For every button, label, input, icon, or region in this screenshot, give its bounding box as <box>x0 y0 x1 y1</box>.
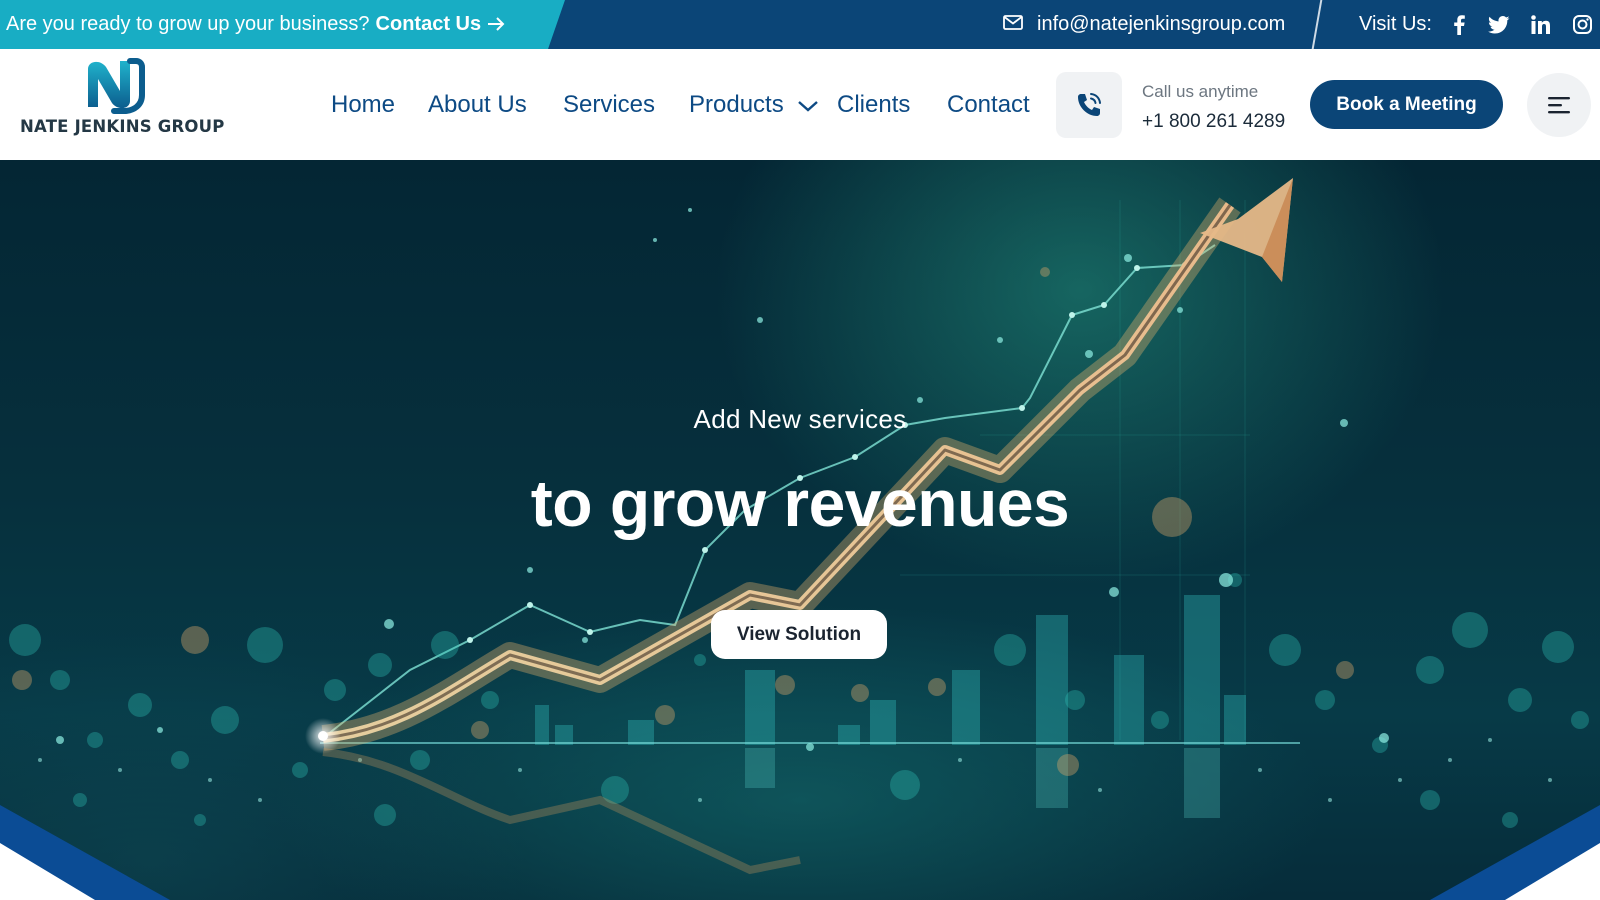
hero-title: to grow revenues <box>530 466 1070 540</box>
phone-call-button[interactable] <box>1056 72 1122 138</box>
main-header: NATE JENKINS GROUP Home About Us Service… <box>0 49 1600 160</box>
nav-home[interactable]: Home <box>331 91 395 119</box>
facebook-icon[interactable] <box>1452 0 1466 49</box>
promo-contact-link[interactable]: Contact Us <box>376 13 482 36</box>
email-address: info@natejenkinsgroup.com <box>1037 13 1286 35</box>
view-solution-button[interactable]: View Solution <box>711 610 887 659</box>
mail-icon <box>1003 13 1037 36</box>
logo-mark-icon <box>88 58 145 114</box>
nav-services[interactable]: Services <box>563 91 655 119</box>
brand-logo[interactable]: NATE JENKINS GROUP <box>20 55 225 141</box>
promo-text: Are you ready to grow up your business? <box>6 13 370 35</box>
book-meeting-button[interactable]: Book a Meeting <box>1310 80 1503 129</box>
top-bar: Are you ready to grow up your business? … <box>0 0 1600 49</box>
nav-contact[interactable]: Contact <box>947 91 1030 119</box>
brand-name: NATE JENKINS GROUP <box>20 117 225 136</box>
nav-products[interactable]: Products <box>689 91 784 119</box>
visit-us-label: Visit Us: <box>1359 13 1432 35</box>
chevron-down-icon[interactable] <box>797 99 819 118</box>
linkedin-icon[interactable] <box>1531 0 1550 49</box>
phone-icon <box>1078 93 1101 116</box>
hamburger-menu-icon <box>1548 97 1570 114</box>
instagram-icon[interactable] <box>1573 0 1592 49</box>
email-link[interactable]: info@natejenkinsgroup.com <box>1003 0 1285 49</box>
hero-subtitle: Add New services <box>693 404 907 434</box>
nav-about-us[interactable]: About Us <box>428 91 527 119</box>
twitter-icon[interactable] <box>1488 0 1510 49</box>
menu-toggle-button[interactable] <box>1527 73 1591 137</box>
call-label: Call us anytime <box>1142 82 1259 101</box>
hero-section: Add New services to grow revenues View S… <box>0 160 1600 900</box>
divider <box>1311 0 1323 49</box>
arrow-right-icon[interactable] <box>487 12 505 38</box>
call-number[interactable]: +1 800 261 4289 <box>1142 111 1285 133</box>
promo-banner: Are you ready to grow up your business? … <box>0 0 565 49</box>
nav-clients[interactable]: Clients <box>837 91 910 119</box>
